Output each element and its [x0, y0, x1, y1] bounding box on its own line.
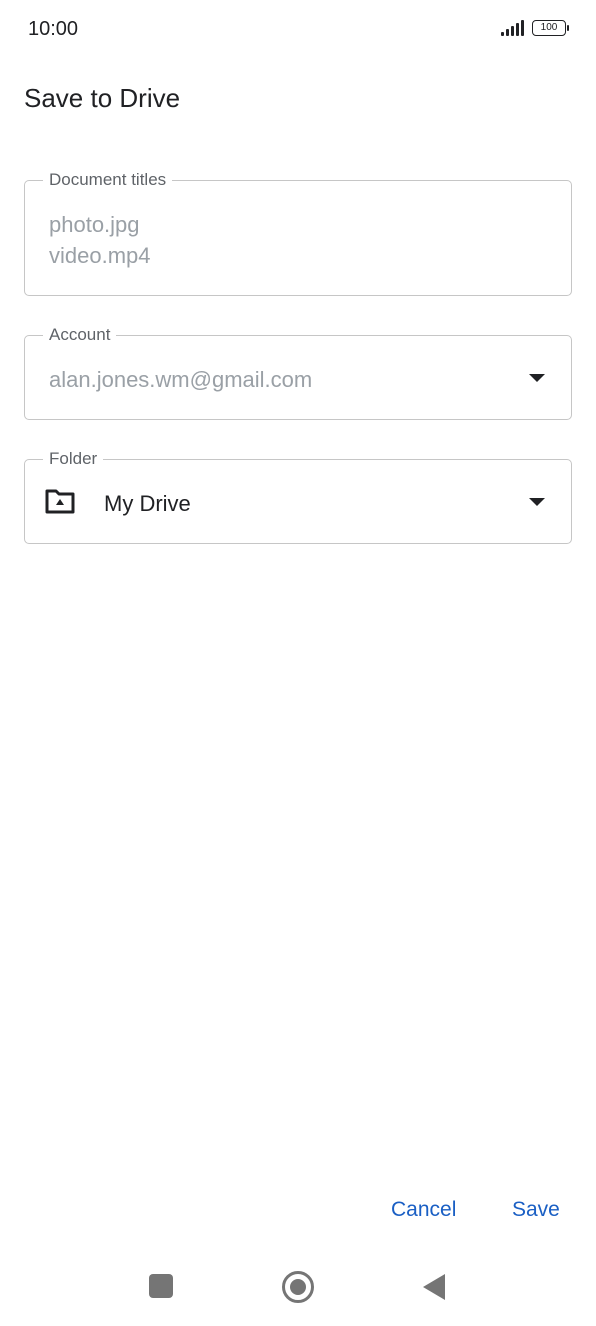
account-dropdown[interactable]: Account alan.jones.wm@gmail.com [24, 325, 572, 420]
folder-value: My Drive [104, 491, 191, 516]
account-label: Account [43, 325, 117, 345]
dropdown-arrow-icon[interactable] [529, 374, 545, 382]
back-icon[interactable] [423, 1274, 445, 1300]
status-time: 10:00 [28, 18, 79, 40]
document-titles-list: photo.jpg video.mp4 [49, 209, 151, 271]
save-button[interactable]: Save [512, 1198, 560, 1222]
recents-icon[interactable] [149, 1274, 173, 1298]
drive-folder-icon [45, 489, 75, 514]
folder-dropdown[interactable]: Folder My Drive [24, 449, 572, 544]
cancel-button[interactable]: Cancel [391, 1198, 456, 1222]
document-title-item: photo.jpg [49, 212, 140, 237]
status-icons: 100 [501, 20, 569, 36]
dropdown-arrow-icon[interactable] [529, 498, 545, 506]
account-value: alan.jones.wm@gmail.com [49, 367, 313, 392]
battery-level: 100 [540, 22, 558, 33]
document-titles-label: Document titles [43, 170, 173, 190]
folder-label: Folder [43, 449, 104, 469]
battery-icon: 100 [532, 20, 569, 36]
navigation-bar [0, 1250, 596, 1326]
document-title-item: video.mp4 [49, 243, 151, 268]
status-bar: 10:00 100 [0, 0, 596, 60]
document-titles-field[interactable]: Document titles photo.jpg video.mp4 [24, 170, 572, 296]
page-title: Save to Drive [24, 83, 181, 113]
signal-icon [501, 20, 524, 36]
home-icon[interactable] [282, 1271, 314, 1303]
